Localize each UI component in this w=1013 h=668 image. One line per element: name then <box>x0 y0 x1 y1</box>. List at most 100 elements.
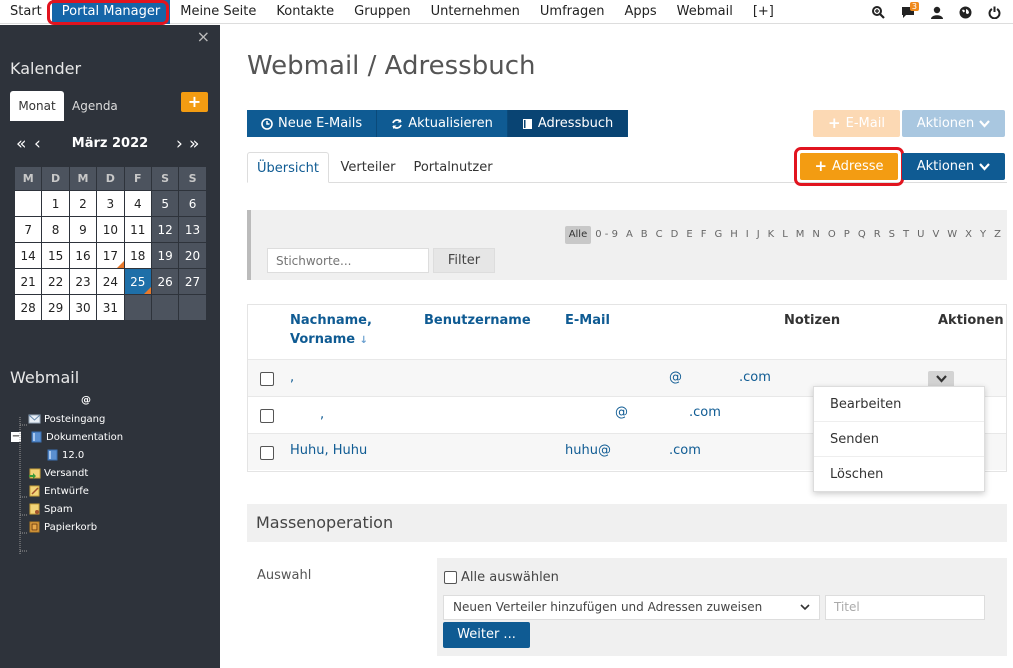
tab-verteiler[interactable]: Verteiler <box>335 152 401 183</box>
menu-item-edit[interactable]: Bearbeiten <box>814 387 984 422</box>
checkbox-box[interactable] <box>444 571 457 584</box>
prev-year-icon[interactable]: « <box>16 133 26 155</box>
calendar-day[interactable]: 10 <box>96 216 125 243</box>
alpha-letter[interactable]: Y <box>976 226 990 244</box>
calendar-day[interactable]: 4 <box>123 190 152 217</box>
calendar-day[interactable]: 23 <box>68 268 98 295</box>
nav-gruppen[interactable]: Gruppen <box>344 0 420 24</box>
alpha-letter[interactable]: W <box>943 226 961 244</box>
search-zoom-icon[interactable] <box>864 0 893 24</box>
title-input[interactable]: Titel <box>825 595 985 620</box>
calendar-day[interactable]: 6 <box>178 190 207 217</box>
prev-month-icon[interactable]: ‹ <box>34 133 41 155</box>
nav-meine-seite[interactable]: Meine Seite <box>170 0 266 24</box>
calendar-day[interactable]: 15 <box>41 242 70 269</box>
calendar-day[interactable]: 18 <box>123 242 152 269</box>
tab-portalnutzer[interactable]: Portalnutzer <box>407 152 499 183</box>
operation-select[interactable]: Neuen Verteiler hinzufügen und Adressen … <box>443 595 820 620</box>
alpha-letter[interactable]: U <box>913 226 928 244</box>
row-email-at[interactable]: @ <box>669 370 682 385</box>
tab-uebersicht[interactable]: Übersicht <box>247 152 329 183</box>
nav-portal-manager[interactable]: Portal Manager <box>51 0 171 24</box>
alpha-letter[interactable]: A <box>622 226 637 244</box>
alpha-letter[interactable]: N <box>808 226 823 244</box>
alpha-letter[interactable]: B <box>637 226 652 244</box>
alpha-letter[interactable]: L <box>778 226 792 244</box>
sort-icon[interactable]: ↓ <box>360 335 368 346</box>
nav-umfragen[interactable]: Umfragen <box>530 0 615 24</box>
alpha-letter[interactable]: M <box>792 226 809 244</box>
alpha-letter[interactable]: V <box>928 226 943 244</box>
select-all-checkbox[interactable]: Alle auswählen <box>444 570 559 585</box>
tab-monat[interactable]: Monat <box>10 91 64 121</box>
alpha-letter[interactable]: X <box>961 226 976 244</box>
refresh-button[interactable]: Aktualisieren <box>377 110 508 137</box>
calendar-day[interactable]: 19 <box>150 242 180 269</box>
calendar-day[interactable]: 16 <box>68 242 98 269</box>
calendar-day[interactable]: 26 <box>150 268 180 295</box>
alpha-letter[interactable]: Q <box>854 226 870 244</box>
calendar-day[interactable]: 2 <box>68 190 98 217</box>
alpha-letter[interactable]: I <box>742 226 753 244</box>
alpha-letter[interactable]: F <box>697 226 711 244</box>
row-email-domain[interactable]: .com <box>689 405 721 420</box>
row-checkbox[interactable] <box>260 372 274 386</box>
add-event-button[interactable]: + <box>181 92 208 112</box>
calendar-day[interactable]: 8 <box>41 216 70 243</box>
user-icon[interactable] <box>922 0 951 24</box>
calendar-day[interactable]: 27 <box>178 268 207 295</box>
alpha-letter[interactable]: G <box>710 226 726 244</box>
close-icon[interactable]: × <box>197 27 210 46</box>
nav-more[interactable]: [+] <box>743 0 784 24</box>
folder-inbox[interactable]: Posteingang <box>28 413 105 425</box>
calendar-day[interactable]: 3 <box>96 190 125 217</box>
folder-spam[interactable]: Spam <box>28 503 73 515</box>
mail-account[interactable]: @ <box>81 395 91 406</box>
row-email-domain[interactable]: .com <box>739 370 771 385</box>
col-username-header[interactable]: Benutzername <box>424 313 531 328</box>
calendar-day[interactable]: 22 <box>41 268 70 295</box>
filter-button[interactable]: Filter <box>433 248 495 273</box>
alpha-letter[interactable]: O <box>824 226 840 244</box>
nav-apps[interactable]: Apps <box>614 0 666 24</box>
folder-docs-sub[interactable]: 12.0 <box>46 449 84 461</box>
col-name-header[interactable]: Nachname, Vorname ↓ <box>290 313 372 347</box>
alpha-letter[interactable]: H <box>726 226 742 244</box>
keyword-input[interactable] <box>267 248 429 273</box>
menu-item-delete[interactable]: Löschen <box>814 457 984 492</box>
alpha-all[interactable]: Alle <box>564 226 592 244</box>
row-email-at[interactable]: huhu@ <box>565 443 611 458</box>
calendar-day[interactable]: 7 <box>13 216 43 243</box>
alpha-digits[interactable]: 0 - 9 <box>591 226 622 244</box>
calendar-day[interactable]: 13 <box>178 216 207 243</box>
next-year-icon[interactable]: » <box>189 133 199 155</box>
col-email-header[interactable]: E-Mail <box>565 313 610 328</box>
actions-button-disabled[interactable]: Aktionen <box>902 110 1005 137</box>
nav-start[interactable]: Start <box>0 0 52 24</box>
folder-sent[interactable]: Versandt <box>28 467 88 479</box>
nav-unternehmen[interactable]: Unternehmen <box>421 0 530 24</box>
row-name[interactable]: , <box>320 407 324 422</box>
continue-button[interactable]: Weiter ... <box>443 622 530 648</box>
calendar-day[interactable]: 9 <box>68 216 98 243</box>
alpha-letter[interactable]: S <box>885 226 899 244</box>
calendar-day[interactable]: 11 <box>123 216 152 243</box>
alpha-letter[interactable]: K <box>764 226 779 244</box>
row-name[interactable]: , <box>290 370 294 385</box>
calendar-day[interactable]: 29 <box>41 294 70 321</box>
calendar-day[interactable]: 5 <box>150 190 180 217</box>
calendar-day[interactable]: 21 <box>13 268 43 295</box>
row-email-at[interactable]: @ <box>615 405 628 420</box>
calendar-day-today[interactable]: 25 <box>123 268 152 295</box>
nav-kontakte[interactable]: Kontakte <box>266 0 344 24</box>
alpha-letter[interactable]: Z <box>990 226 1005 244</box>
actions-button[interactable]: Aktionen <box>902 153 1005 180</box>
email-button-disabled[interactable]: + E-Mail <box>813 110 900 137</box>
nav-webmail[interactable]: Webmail <box>667 0 743 24</box>
calendar-day[interactable]: 1 <box>41 190 70 217</box>
new-mails-button[interactable]: Neue E-Mails <box>247 110 378 137</box>
power-icon[interactable] <box>980 0 1009 24</box>
calendar-day[interactable]: 20 <box>178 242 207 269</box>
alpha-letter[interactable]: D <box>667 226 683 244</box>
calendar-day[interactable]: 24 <box>96 268 125 295</box>
